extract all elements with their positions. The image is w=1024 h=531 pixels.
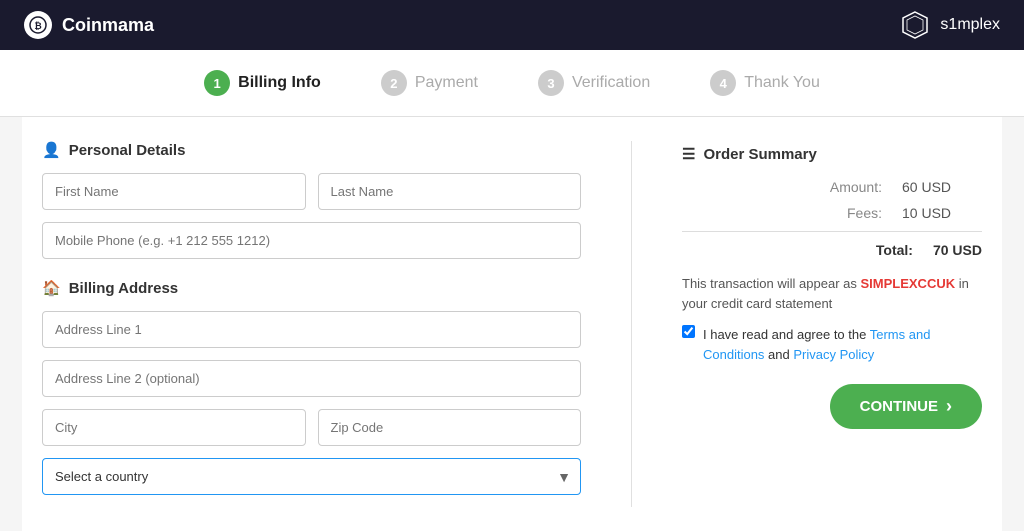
- country-select-wrapper: Select a country United States United Ki…: [42, 458, 581, 495]
- city-input[interactable]: [42, 409, 306, 446]
- fees-value: 10 USD: [902, 205, 982, 221]
- home-icon: 🏠: [42, 279, 61, 297]
- address1-input[interactable]: [42, 311, 581, 348]
- step-4-label: Thank You: [744, 74, 820, 92]
- country-row: Select a country United States United Ki…: [42, 458, 581, 495]
- steps-bar: 1 Billing Info 2 Payment 3 Verification …: [0, 50, 1024, 117]
- order-summary-title: ☰ Order Summary: [682, 145, 982, 163]
- step-verification: 3 Verification: [538, 70, 650, 96]
- order-divider: [682, 231, 982, 232]
- app-header: ₿ Coinmama s1mplex: [0, 0, 1024, 50]
- list-icon: ☰: [682, 145, 695, 163]
- fees-label: Fees:: [847, 205, 882, 221]
- continue-button[interactable]: CONTINUE ›: [830, 384, 982, 429]
- total-value: 70 USD: [933, 242, 982, 258]
- transaction-notice-pre: This transaction will appear as: [682, 276, 860, 291]
- first-name-input[interactable]: [42, 173, 306, 210]
- continue-button-wrapper: CONTINUE ›: [682, 384, 982, 429]
- step-billing-info: 1 Billing Info: [204, 70, 321, 96]
- step-4-number: 4: [710, 70, 736, 96]
- phone-row: [42, 222, 581, 259]
- transaction-brand: SIMPLEXCCUK: [860, 276, 955, 291]
- simplex-hex-icon: [900, 10, 930, 40]
- step-1-label: Billing Info: [238, 74, 321, 92]
- total-label: Total:: [876, 242, 913, 258]
- agree-checkbox[interactable]: [682, 325, 695, 338]
- country-select[interactable]: Select a country United States United Ki…: [42, 458, 581, 495]
- address2-row: [42, 360, 581, 397]
- amount-label: Amount:: [830, 179, 882, 195]
- agree-pre: I have read and agree to the: [703, 327, 870, 342]
- agree-text: I have read and agree to the Terms and C…: [703, 325, 982, 364]
- address2-input[interactable]: [42, 360, 581, 397]
- transaction-notice: This transaction will appear as SIMPLEXC…: [682, 274, 982, 313]
- personal-details-title: 👤 Personal Details: [42, 141, 581, 159]
- address1-row: [42, 311, 581, 348]
- phone-input[interactable]: [42, 222, 581, 259]
- coinmama-logo: ₿ Coinmama: [24, 11, 154, 39]
- privacy-link[interactable]: Privacy Policy: [793, 347, 874, 362]
- step-1-number: 1: [204, 70, 230, 96]
- step-payment: 2 Payment: [381, 70, 478, 96]
- step-thank-you: 4 Thank You: [710, 70, 820, 96]
- person-icon: 👤: [42, 141, 61, 159]
- right-panel: ☰ Order Summary Amount: 60 USD Fees: 10 …: [682, 141, 982, 507]
- total-row: Total: 70 USD: [682, 242, 982, 258]
- name-row: [42, 173, 581, 210]
- agree-row: I have read and agree to the Terms and C…: [682, 325, 982, 364]
- continue-arrow: ›: [946, 396, 952, 417]
- billing-address-title: 🏠 Billing Address: [42, 279, 581, 297]
- simplex-logo-text: s1mplex: [940, 16, 1000, 34]
- coinmama-logo-icon: ₿: [24, 11, 52, 39]
- city-zip-row: [42, 409, 581, 446]
- zip-input[interactable]: [318, 409, 582, 446]
- continue-label: CONTINUE: [860, 398, 938, 415]
- last-name-input[interactable]: [318, 173, 582, 210]
- step-2-number: 2: [381, 70, 407, 96]
- simplex-branding: s1mplex: [900, 10, 1000, 40]
- svg-text:₿: ₿: [34, 21, 41, 31]
- step-2-label: Payment: [415, 74, 478, 92]
- step-3-label: Verification: [572, 74, 650, 92]
- billing-address-section: 🏠 Billing Address Select a country Unite…: [42, 279, 581, 495]
- left-panel: 👤 Personal Details 🏠 Billing Address: [42, 141, 581, 507]
- amount-value: 60 USD: [902, 179, 982, 195]
- main-content: 👤 Personal Details 🏠 Billing Address: [22, 117, 1002, 531]
- fees-row: Fees: 10 USD: [682, 205, 982, 221]
- coinmama-logo-text: Coinmama: [62, 15, 154, 36]
- panel-divider: [631, 141, 632, 507]
- step-3-number: 3: [538, 70, 564, 96]
- amount-row: Amount: 60 USD: [682, 179, 982, 195]
- agree-mid: and: [764, 347, 793, 362]
